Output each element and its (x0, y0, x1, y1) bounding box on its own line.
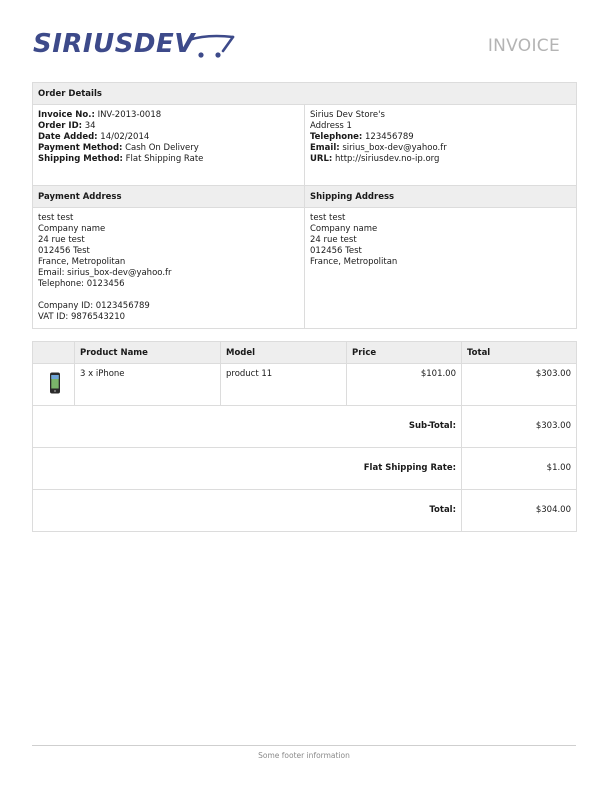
shipping-method-label: Shipping Method: (38, 154, 123, 164)
address-line: 012456 Test (310, 246, 362, 256)
payment-address-heading: Payment Address (32, 185, 305, 208)
invoice-title: INVOICE (487, 36, 560, 56)
product-total: $303.00 (461, 363, 577, 406)
table-row: Sub-Total: $303.00 (32, 405, 577, 448)
order-details-heading: Order Details (32, 82, 577, 105)
logo-text: SIRIUSDEV (33, 29, 195, 59)
product-image-cell (32, 363, 75, 406)
image-column-header (32, 341, 75, 364)
address-line: Company name (38, 224, 106, 234)
address-line: test test (310, 213, 346, 223)
payment-method-label: Payment Method: (38, 143, 123, 153)
address-line: 24 rue test (38, 235, 85, 245)
shipping-rate-label: Flat Shipping Rate: (32, 447, 462, 490)
total-label: Total: (32, 489, 462, 532)
address-line: Company name (310, 224, 378, 234)
address-line: Telephone: 0123456 (38, 279, 125, 289)
store-url: http://siriusdev.no-ip.org (334, 154, 440, 164)
subtotal-label: Sub-Total: (32, 405, 462, 448)
address-line: Email: sirius_box-dev@yahoo.fr (38, 268, 172, 278)
order-details-table: Order Details Invoice No.: INV-2013-0018… (32, 82, 577, 192)
store-email-label: Email: (310, 143, 340, 153)
address-line: France, Metropolitan (310, 257, 398, 267)
footer-text: Some footer information (258, 751, 350, 760)
company-id: Company ID: 0123456789 (38, 301, 150, 311)
address-line: 24 rue test (310, 235, 357, 245)
product-model: product 11 (220, 363, 347, 406)
address-line: 012456 Test (38, 246, 90, 256)
product-price: $101.00 (346, 363, 462, 406)
total-value: $304.00 (461, 489, 577, 532)
vat-id: VAT ID: 9876543210 (38, 312, 126, 322)
invoice-no: INV-2013-0018 (97, 110, 162, 120)
payment-method: Cash On Delivery (125, 143, 199, 153)
product-name: 3 x iPhone (74, 363, 221, 406)
payment-address: test test Company name 24 rue test 01245… (32, 207, 305, 329)
price-header: Price (346, 341, 462, 364)
store-address: Address 1 (310, 121, 352, 131)
footer-divider (32, 745, 576, 746)
product-name-header: Product Name (74, 341, 221, 364)
phone-icon (50, 372, 60, 394)
shipping-address-heading: Shipping Address (304, 185, 577, 208)
subtotal-value: $303.00 (461, 405, 577, 448)
address-table: Payment Address Shipping Address test te… (32, 185, 577, 329)
model-header: Model (220, 341, 347, 364)
shipping-rate-value: $1.00 (461, 447, 577, 490)
order-id: 34 (84, 121, 96, 131)
address-line: France, Metropolitan (38, 257, 126, 267)
invoice-header: SIRIUSDEV INVOICE (33, 28, 576, 64)
store-url-label: URL: (310, 154, 333, 164)
shipping-address: test test Company name 24 rue test 01245… (304, 207, 577, 329)
date-added: 14/02/2014 (100, 132, 150, 142)
store-info: Sirius Dev Store's Address 1 Telephone: … (304, 104, 577, 192)
store-email: sirius_box-dev@yahoo.fr (342, 143, 447, 153)
address-line: test test (38, 213, 74, 223)
products-table: Product Name Model Price Total 3 x iPhon… (32, 341, 577, 532)
invoice-no-label: Invoice No.: (38, 110, 95, 120)
total-header: Total (461, 341, 577, 364)
order-info: Invoice No.: INV-2013-0018 Order ID: 34 … (32, 104, 305, 192)
cart-icon (187, 34, 235, 58)
store-telephone-label: Telephone: (310, 132, 363, 142)
table-row: Total: $304.00 (32, 489, 577, 532)
store-telephone: 123456789 (365, 132, 414, 142)
brand-logo: SIRIUSDEV (33, 28, 243, 64)
table-row: Flat Shipping Rate: $1.00 (32, 447, 577, 490)
date-added-label: Date Added: (38, 132, 98, 142)
store-name: Sirius Dev Store's (310, 110, 385, 120)
table-row: 3 x iPhone product 11 $101.00 $303.00 (32, 363, 577, 406)
order-id-label: Order ID: (38, 121, 83, 131)
shipping-method: Flat Shipping Rate (125, 154, 204, 164)
